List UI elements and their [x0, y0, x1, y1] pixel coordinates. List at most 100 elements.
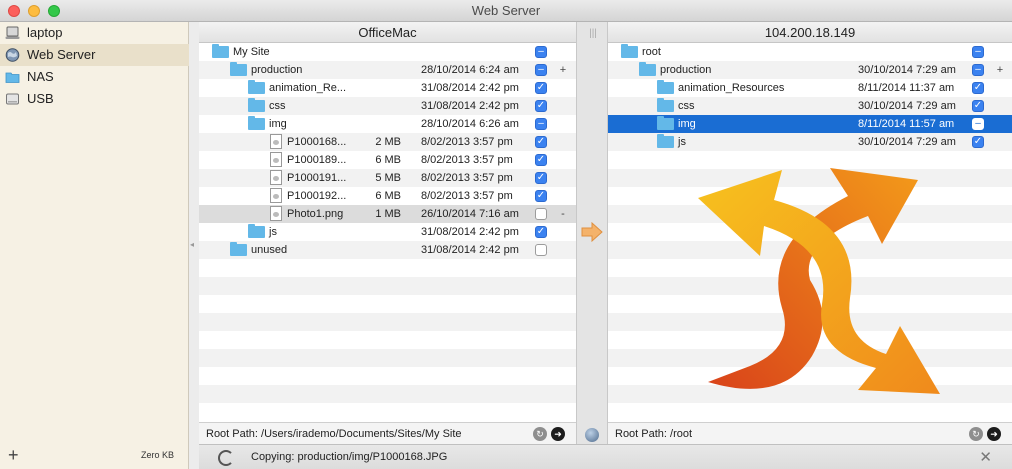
sidebar-item-laptop[interactable]: laptop [0, 22, 189, 44]
table-row[interactable]: ▶js31/08/2014 2:42 pm✓ [199, 223, 576, 241]
sync-checkbox[interactable]: ✓ [972, 82, 984, 94]
item-name: production [660, 64, 712, 76]
sync-checkbox[interactable]: ✓ [535, 190, 547, 202]
table-row[interactable]: ▼img28/10/2014 6:26 am– [199, 115, 576, 133]
folder-icon [621, 44, 638, 58]
sync-checkbox[interactable]: – [972, 46, 984, 58]
sync-checkbox[interactable]: ✓ [972, 136, 984, 148]
remote-refresh-button[interactable]: ↻ [969, 427, 983, 441]
zoom-window-button[interactable] [48, 5, 60, 17]
table-row[interactable]: My Site – [199, 43, 576, 61]
item-size: 5 MB [375, 172, 401, 184]
sync-checkbox[interactable]: – [535, 46, 547, 58]
table-row[interactable]: ▼production28/10/2014 6:24 am–+ [199, 61, 576, 79]
item-name: P1000192... [287, 190, 347, 202]
table-row[interactable]: P1000168... 2 MB 8/02/2013 3:57 pm ✓ [199, 133, 576, 151]
sidebar-item-label: NAS [27, 69, 54, 84]
status-bar: Copying: production/img/P1000168.JPG ✕ [199, 444, 1012, 469]
table-row[interactable]: ▶animation_Re...31/08/2014 2:42 pm✓ [199, 79, 576, 97]
folder-icon [248, 80, 265, 94]
folder-icon [657, 116, 674, 130]
remote-go-button[interactable]: ➜ [987, 427, 1001, 441]
add-location-button[interactable]: + [8, 444, 19, 466]
table-row[interactable]: ▶css30/10/2014 7:29 am✓ [608, 97, 1012, 115]
local-go-button[interactable]: ➜ [551, 427, 565, 441]
local-root-path-bar: Root Path: /Users/irademo/Documents/Site… [199, 422, 576, 444]
sync-direction-arrow-icon[interactable] [581, 222, 603, 242]
pane-divider: ||| [576, 22, 608, 444]
item-modified-date: 30/10/2014 7:29 am [858, 64, 956, 76]
title-bar: Web Server [0, 0, 1012, 22]
table-row[interactable]: P1000191... 5 MB 8/02/2013 3:57 pm ✓ [199, 169, 576, 187]
sync-checkbox[interactable]: ✓ [972, 100, 984, 112]
sync-checkbox[interactable]: ✓ [535, 226, 547, 238]
minimize-window-button[interactable] [28, 5, 40, 17]
sidebar-footer: + Zero KB [0, 444, 189, 469]
table-row[interactable]: ▼production30/10/2014 7:29 am–+ [608, 61, 1012, 79]
item-name: css [269, 100, 286, 112]
table-row[interactable]: P1000189... 6 MB 8/02/2013 3:57 pm ✓ [199, 151, 576, 169]
sidebar-resize-handle[interactable]: ◂ [190, 240, 196, 249]
sync-checkbox[interactable]: ✓ [535, 82, 547, 94]
close-window-button[interactable] [8, 5, 20, 17]
sync-checkbox[interactable] [535, 244, 547, 256]
window-title: Web Server [471, 3, 541, 18]
item-modified-date: 28/10/2014 6:26 am [421, 118, 519, 130]
sync-checkbox[interactable]: – [535, 118, 547, 130]
empty-row [199, 277, 576, 295]
sync-checkbox[interactable]: – [972, 64, 984, 76]
sidebar-item-usb[interactable]: USB [0, 88, 189, 110]
empty-row [199, 295, 576, 313]
table-row[interactable]: ▶css31/08/2014 2:42 pm✓ [199, 97, 576, 115]
item-modified-date: 30/10/2014 7:29 am [858, 136, 956, 148]
item-modified-date: 8/11/2014 11:37 am [858, 82, 955, 94]
item-modified-date: 8/02/2013 3:57 pm [421, 172, 513, 184]
folder-icon [230, 242, 247, 256]
sync-checkbox[interactable]: ✓ [535, 154, 547, 166]
remote-root-path: Root Path: /root [615, 428, 693, 440]
table-row[interactable]: ▶js30/10/2014 7:29 am✓ [608, 133, 1012, 151]
folder-icon [639, 62, 656, 76]
item-name: animation_Resources [678, 82, 785, 94]
item-size: 6 MB [375, 190, 401, 202]
sync-checkbox[interactable]: ✓ [535, 100, 547, 112]
globe-icon [5, 48, 20, 62]
item-modified-date: 8/02/2013 3:57 pm [421, 154, 513, 166]
change-added-marker: + [559, 64, 567, 76]
sidebar-item-nas[interactable]: NAS [0, 66, 189, 88]
table-row[interactable]: P1000192... 6 MB 8/02/2013 3:57 pm ✓ [199, 187, 576, 205]
item-modified-date: 8/02/2013 3:57 pm [421, 136, 513, 148]
item-modified-date: 31/08/2014 2:42 pm [421, 226, 519, 238]
table-row[interactable]: root – [608, 43, 1012, 61]
sync-checkbox[interactable]: – [972, 118, 984, 130]
table-row[interactable]: ▶img8/11/2014 11:57 am– [608, 115, 1012, 133]
empty-row [199, 385, 576, 403]
folder-icon [212, 44, 229, 58]
item-name: animation_Re... [269, 82, 347, 94]
empty-row [199, 367, 576, 385]
local-refresh-button[interactable]: ↻ [533, 427, 547, 441]
table-row[interactable]: ▶unused31/08/2014 2:42 pm [199, 241, 576, 259]
sync-checkbox[interactable]: – [535, 64, 547, 76]
item-modified-date: 31/08/2014 2:42 pm [421, 244, 519, 256]
sync-checkbox[interactable] [535, 208, 547, 220]
sidebar-item-label: laptop [27, 25, 63, 40]
local-root-path: Root Path: /Users/irademo/Documents/Site… [206, 428, 462, 440]
local-file-list[interactable]: My Site–▼production28/10/2014 6:24 am–+▶… [199, 43, 576, 422]
sidebar-item-web-server[interactable]: Web Server [0, 44, 189, 66]
drive-icon [6, 93, 19, 105]
remote-pane-header: 104.200.18.149 [608, 22, 1012, 43]
table-row[interactable]: ▶animation_Resources8/11/2014 11:37 am✓ [608, 79, 1012, 97]
divider-grip[interactable]: ||| [587, 28, 599, 39]
image-file-icon [270, 170, 282, 185]
cancel-transfer-button[interactable]: ✕ [979, 445, 992, 469]
item-size: 1 MB [375, 208, 401, 220]
sidebar-item-label: Web Server [27, 47, 96, 62]
sync-checkbox[interactable]: ✓ [535, 136, 547, 148]
laptop-icon [5, 26, 20, 39]
item-name: img [678, 118, 696, 130]
item-name: root [642, 46, 661, 58]
table-row[interactable]: Photo1.png 1 MB 26/10/2014 7:16 am - [199, 205, 576, 223]
sync-checkbox[interactable]: ✓ [535, 172, 547, 184]
item-modified-date: 31/08/2014 2:42 pm [421, 100, 519, 112]
